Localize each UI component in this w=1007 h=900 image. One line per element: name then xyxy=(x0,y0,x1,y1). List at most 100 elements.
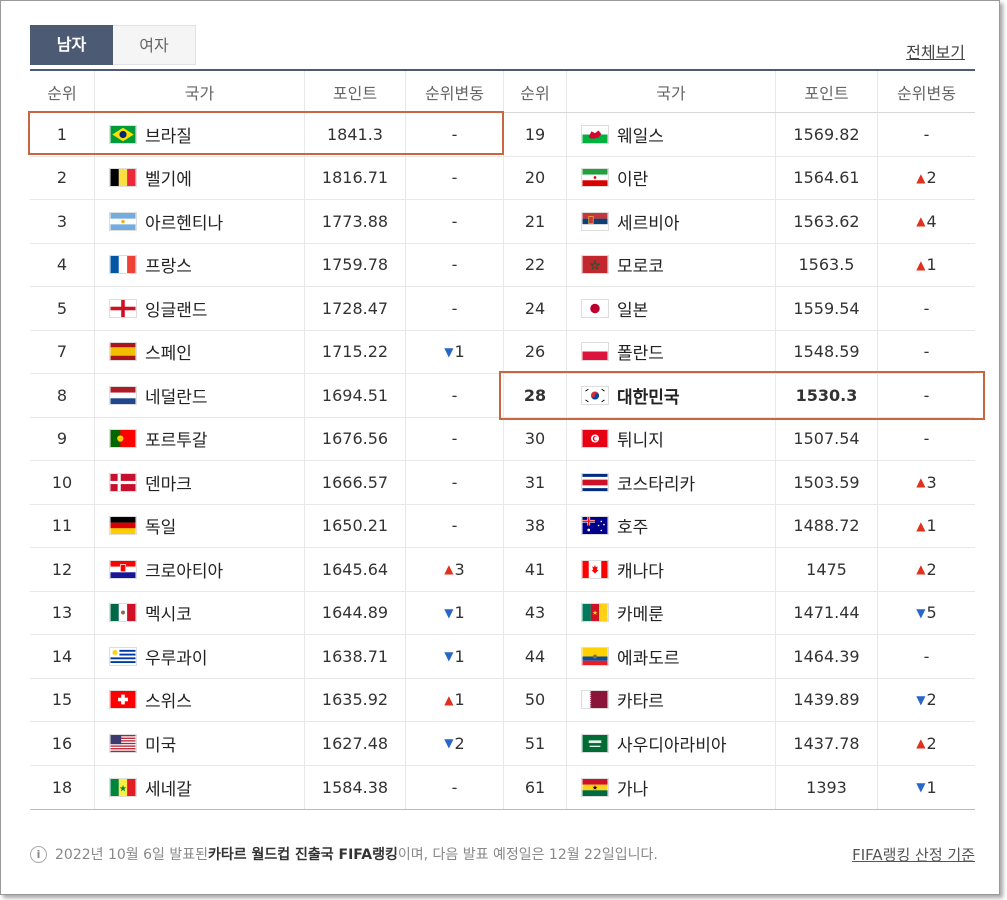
country-name[interactable]: 덴마크 xyxy=(145,470,192,495)
country-name[interactable]: 캐나다 xyxy=(617,557,664,582)
rank-cell: 44 xyxy=(503,635,566,678)
change-cell: - xyxy=(877,417,975,460)
rank-cell: 21 xyxy=(503,200,566,243)
rank-cell: 5 xyxy=(56,298,68,318)
country-name[interactable]: 일본 xyxy=(617,296,648,321)
country-name[interactable]: 네덜란드 xyxy=(145,383,208,408)
arrow-down-icon: ▼ xyxy=(916,692,926,707)
country-cell: 크로아티아 xyxy=(94,548,304,591)
header-rank: 순위 xyxy=(47,83,77,103)
table-row: 2 벨기에 1816.71-20 이란 1564.61 ▲ 2 xyxy=(30,156,975,200)
country-name[interactable]: 폴란드 xyxy=(617,339,664,364)
country-name[interactable]: 포르투갈 xyxy=(145,426,208,451)
change-cell: - xyxy=(405,243,503,286)
header-change: 순위변동 xyxy=(405,71,503,112)
header-country-2: 국가 xyxy=(566,71,775,112)
points-cell: 1475 xyxy=(775,548,877,591)
country-name[interactable]: 독일 xyxy=(145,513,176,538)
country-name[interactable]: 사우디아라비아 xyxy=(617,731,726,756)
country-name[interactable]: 튀니지 xyxy=(617,426,664,451)
change-cell: ▼ 1 xyxy=(877,765,975,809)
australia-flag-icon xyxy=(581,516,609,536)
country-name[interactable]: 잉글랜드 xyxy=(145,296,208,321)
points-cell: 1645.64 xyxy=(304,548,405,591)
cameroon-flag-icon xyxy=(581,603,609,623)
country-name[interactable]: 카타르 xyxy=(617,687,664,712)
change-value: 3 xyxy=(454,559,465,579)
tab-women[interactable]: 여자 xyxy=(113,25,196,65)
highlight-brazil xyxy=(28,111,504,155)
info-icon: i xyxy=(30,845,47,863)
country-cell: 프랑스 xyxy=(94,243,304,286)
header-country: 국가 xyxy=(94,71,304,112)
points-cell: 1816.71 xyxy=(304,156,405,199)
arrow-up-icon: ▲ xyxy=(444,692,454,707)
table-row: 5 잉글랜드 1728.47 - 24 일본 1559.54 - xyxy=(30,287,975,331)
costarica-flag-icon xyxy=(581,472,609,492)
country-cell: 가나 xyxy=(566,765,775,809)
points-cell: 1507.54 xyxy=(775,417,877,460)
rank-cell: 18 xyxy=(51,777,73,797)
points-cell: 1564.61 xyxy=(775,156,877,199)
change-value: 3 xyxy=(926,472,937,492)
criteria-link[interactable]: FIFA랭킹 산정 기준 xyxy=(852,844,975,865)
points-cell: 1759.78 xyxy=(304,243,405,286)
header-rank-2: 순위 xyxy=(503,71,566,112)
country-name[interactable]: 스위스 xyxy=(145,687,192,712)
rank-cell: 9 xyxy=(56,429,68,449)
country-name[interactable]: 미국 xyxy=(145,731,176,756)
change-cell: - xyxy=(877,635,975,678)
points-cell: 1464.39 xyxy=(775,635,877,678)
change-value: 2 xyxy=(926,559,937,579)
highlight-korea xyxy=(499,371,985,420)
country-name[interactable]: 세네갈 xyxy=(145,775,192,800)
view-all-link[interactable]: 전체보기 xyxy=(906,39,965,63)
table-row: 15 스위스 1635.92 ▲ 1 50 카타르 1439.89 ▼ 2 xyxy=(30,678,975,722)
change-value: 2 xyxy=(926,168,937,188)
change-cell: ▼ 1 xyxy=(405,591,503,634)
change-value: 1 xyxy=(454,603,465,623)
country-name[interactable]: 코스타리카 xyxy=(617,470,695,495)
arrow-down-icon: ▼ xyxy=(444,344,454,359)
table-row: 4 프랑스 1759.78-22 모로코 1563.5 ▲ 1 xyxy=(30,243,975,287)
country-name[interactable]: 세르비아 xyxy=(617,209,680,234)
country-name[interactable]: 스페인 xyxy=(145,339,192,364)
points-cell: 1666.57 xyxy=(304,461,405,504)
country-cell: 폴란드 xyxy=(566,330,775,373)
country-name[interactable]: 아르헨티나 xyxy=(145,209,223,234)
arrow-down-icon: ▼ xyxy=(444,649,454,664)
country-cell: 잉글랜드 xyxy=(94,287,304,330)
japan-flag-icon xyxy=(581,298,609,318)
country-name[interactable]: 우루과이 xyxy=(145,644,208,669)
usa-flag-icon xyxy=(109,733,137,753)
change-value: - xyxy=(451,211,458,231)
arrow-up-icon: ▲ xyxy=(916,562,926,577)
tab-men[interactable]: 남자 xyxy=(30,25,113,65)
points-cell: 1638.71 xyxy=(304,635,405,678)
country-name[interactable]: 벨기에 xyxy=(145,165,192,190)
country-name[interactable]: 크로아티아 xyxy=(145,557,223,582)
change-cell: ▲ 3 xyxy=(877,461,975,504)
country-cell: 세르비아 xyxy=(566,200,775,243)
change-value: 1 xyxy=(454,690,465,710)
change-cell: ▲ 1 xyxy=(877,504,975,547)
saudi-flag-icon xyxy=(581,733,609,753)
country-name[interactable]: 이란 xyxy=(617,165,648,190)
wales-flag-icon xyxy=(581,124,609,144)
country-name[interactable]: 프랑스 xyxy=(145,252,192,277)
rank-cell: 10 xyxy=(51,472,73,492)
country-name[interactable]: 카메룬 xyxy=(617,600,664,625)
arrow-up-icon: ▲ xyxy=(916,518,926,533)
country-name[interactable]: 가나 xyxy=(617,775,648,800)
country-name[interactable]: 모로코 xyxy=(617,252,664,277)
rank-cell: 7 xyxy=(56,342,68,362)
country-name[interactable]: 에콰도르 xyxy=(617,644,680,669)
country-name[interactable]: 웨일스 xyxy=(617,122,664,147)
spain-flag-icon xyxy=(109,342,137,362)
change-value: 2 xyxy=(926,733,937,753)
arrow-up-icon: ▲ xyxy=(916,214,926,229)
country-name[interactable]: 호주 xyxy=(617,513,648,538)
country-name[interactable]: 멕시코 xyxy=(145,600,192,625)
points-cell: 1503.59 xyxy=(775,461,877,504)
rank-cell: 4 xyxy=(56,255,68,275)
